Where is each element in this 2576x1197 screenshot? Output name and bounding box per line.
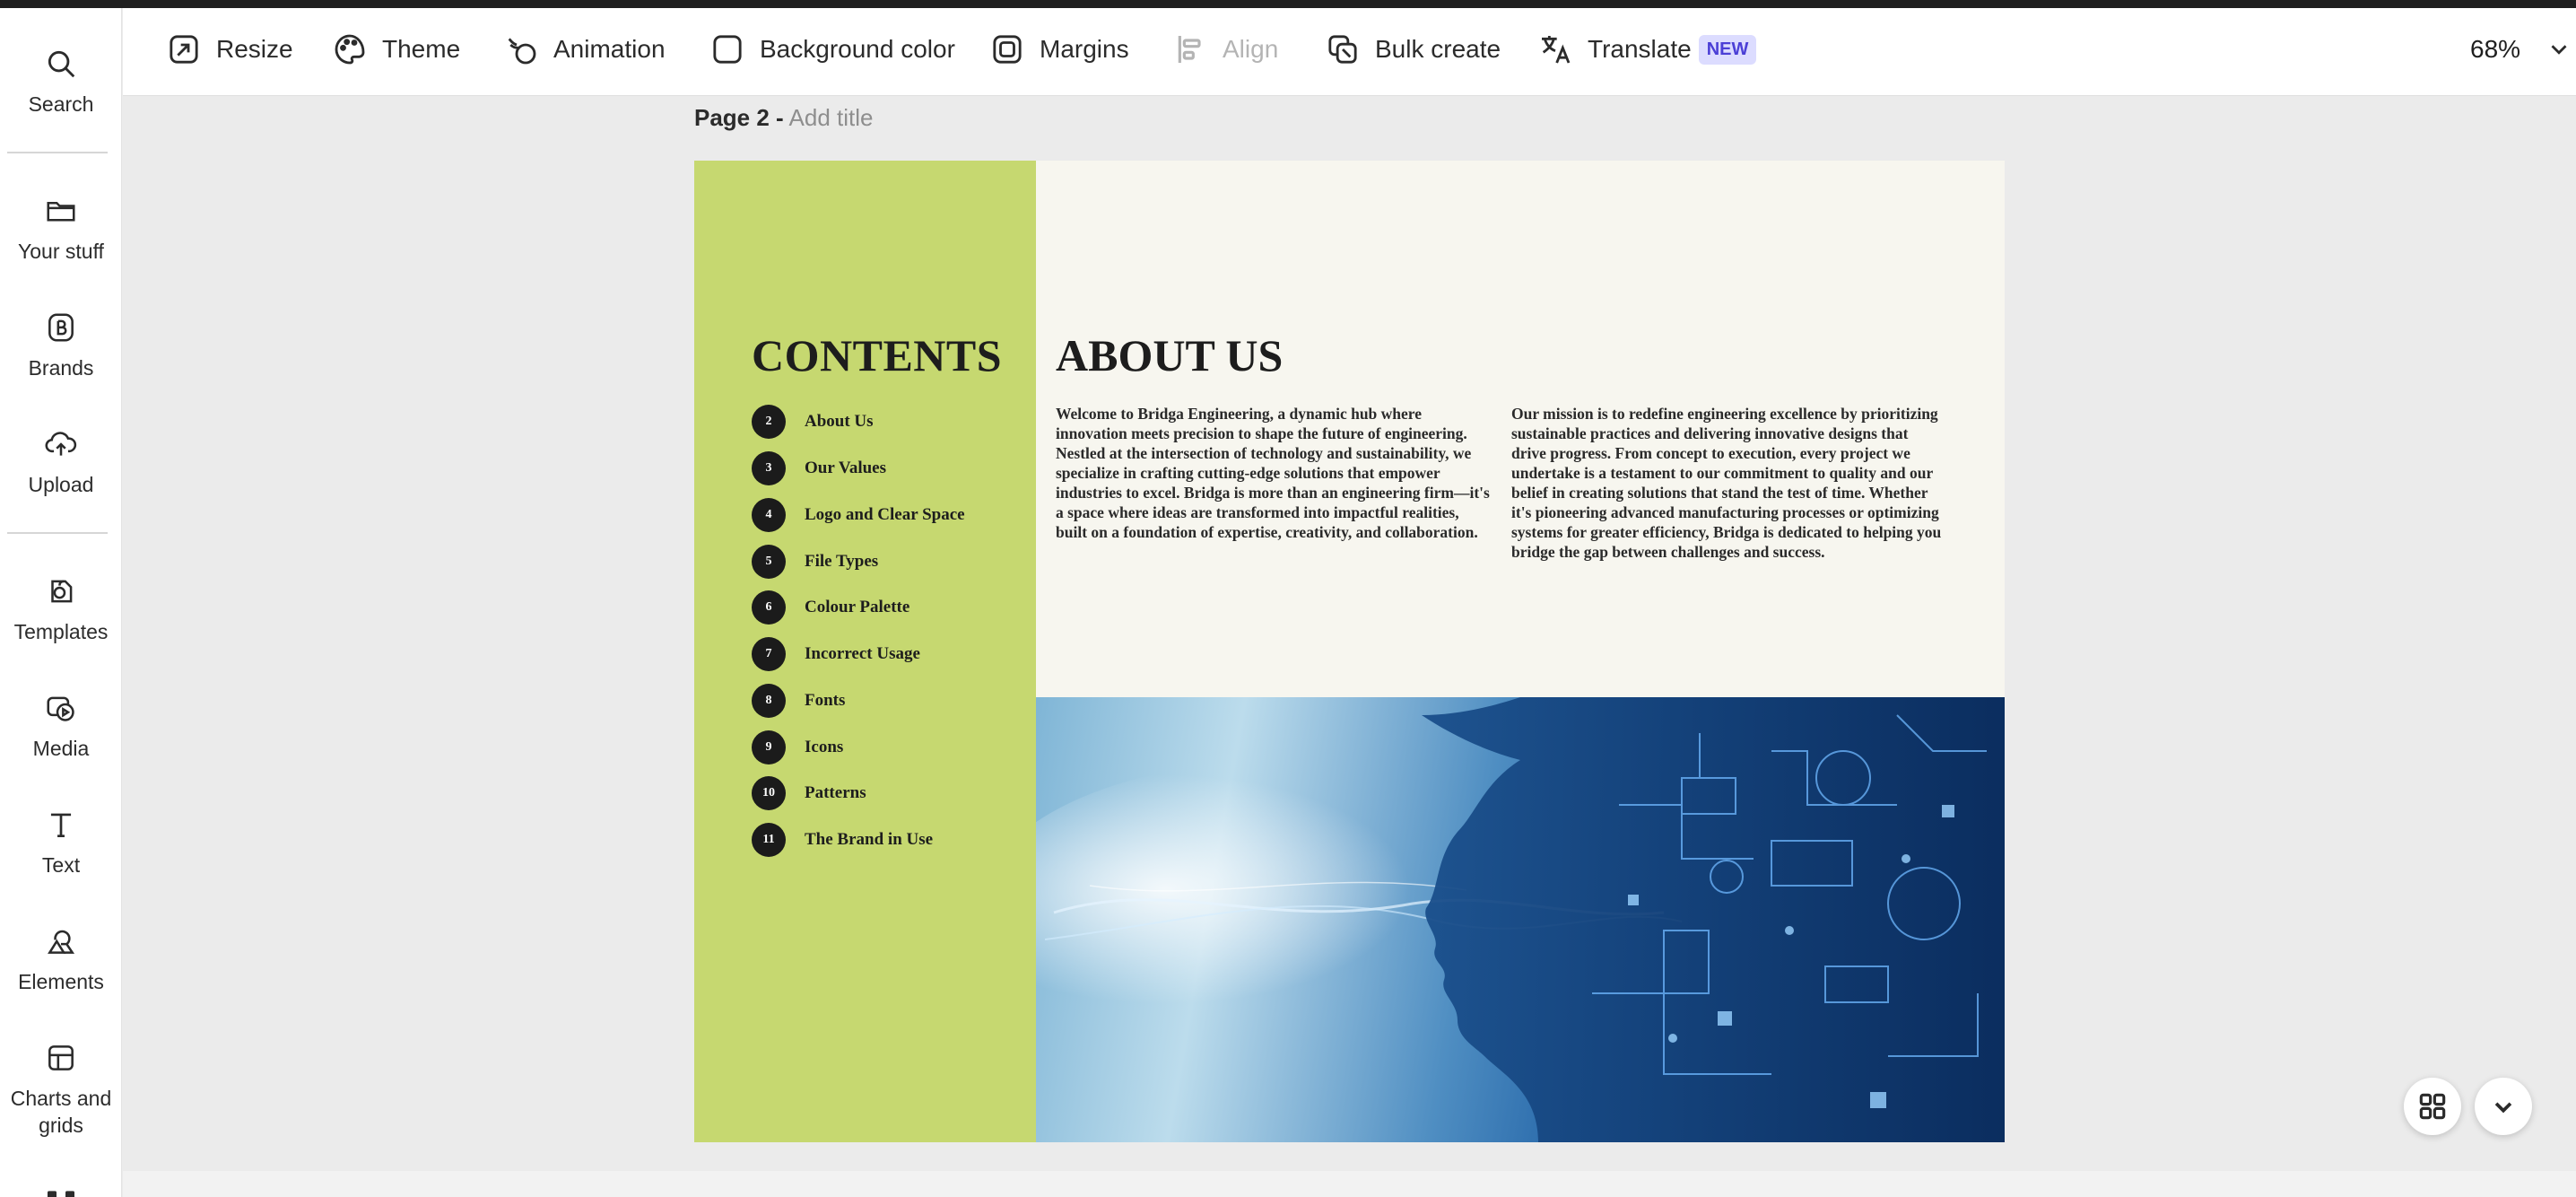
rail-label: Brands (28, 356, 94, 380)
text-icon (43, 807, 79, 843)
grid-view-button[interactable] (2404, 1078, 2461, 1135)
bulk-create-button[interactable]: Bulk create (1325, 28, 1501, 71)
page-title-label[interactable]: Page 2 - Add title (694, 104, 873, 132)
translate-button[interactable]: Translate NEW (1537, 28, 1757, 71)
rail-item-charts-grids[interactable]: Charts and grids (0, 1040, 122, 1139)
toc-item[interactable]: 8 Fonts (752, 684, 845, 718)
rail-more-icon[interactable] (43, 1186, 79, 1197)
rail-label: Templates (13, 620, 109, 643)
toc-item[interactable]: 4 Logo and Clear Space (752, 498, 965, 532)
contents-heading[interactable]: CONTENTS (752, 329, 1002, 381)
margins-icon (993, 35, 1022, 64)
theme-button[interactable]: Theme (332, 28, 460, 71)
editor-toolbar: Resize Theme Animation Background color … (123, 8, 2576, 96)
rail-item-brands[interactable]: Brands (0, 310, 122, 381)
toc-item[interactable]: 11 The Brand in Use (752, 823, 933, 857)
collapse-pages-button[interactable] (2475, 1078, 2532, 1135)
rail-item-search[interactable]: Search (0, 46, 122, 118)
align-icon (1178, 36, 1201, 63)
new-badge: NEW (1698, 34, 1757, 65)
toc-item[interactable]: 7 Incorrect Usage (752, 637, 920, 671)
folder-icon (43, 193, 79, 229)
toc-item[interactable]: 5 File Types (752, 545, 878, 579)
background-color-button[interactable]: Background color (709, 28, 955, 71)
contents-panel[interactable]: CONTENTS 2 About Us 3 Our Values 4 Logo and… (694, 161, 1036, 1142)
add-title-placeholder[interactable]: Add title (789, 104, 874, 131)
templates-icon (43, 573, 79, 609)
rail-label: Charts and grids (10, 1087, 112, 1137)
tech-profile-image[interactable] (1036, 697, 2005, 1142)
rail-item-upload[interactable]: Upload (0, 426, 122, 498)
media-icon (43, 690, 79, 726)
about-paragraph-1[interactable]: Welcome to Bridga Engineering, a dynamic… (1056, 404, 1490, 542)
chevron-down-icon (2494, 1102, 2512, 1114)
zoom-dropdown[interactable]: 68% (2470, 28, 2572, 71)
canvas-bottom-strip (123, 1171, 2576, 1197)
rail-divider (7, 532, 108, 534)
toc-item[interactable]: 6 Colour Palette (752, 590, 909, 625)
animation-icon (508, 38, 536, 65)
resize-icon (170, 35, 198, 64)
rail-item-text[interactable]: Text (0, 807, 122, 878)
align-button[interactable]: Align (1172, 28, 1278, 71)
rail-divider (7, 152, 108, 153)
about-paragraph-2[interactable]: Our mission is to redefine engineering e… (1511, 404, 1945, 562)
rail-item-templates[interactable]: Templates (0, 573, 122, 645)
charts-grids-icon (43, 1040, 79, 1076)
resize-button[interactable]: Resize (166, 28, 293, 71)
rail-item-elements[interactable]: Elements (0, 923, 122, 995)
about-heading[interactable]: ABOUT US (1056, 329, 1283, 381)
toc-item[interactable]: 2 About Us (752, 405, 874, 439)
translate-icon (1542, 36, 1571, 64)
design-page[interactable]: CONTENTS 2 About Us 3 Our Values 4 Logo and… (694, 161, 2005, 1142)
elements-icon (43, 923, 79, 959)
rail-label: Elements (18, 970, 104, 993)
left-side-rail: Search Your stuff Brands Upload Template… (0, 8, 122, 1197)
animation-button[interactable]: Animation (503, 28, 666, 71)
toc-item[interactable]: 10 Patterns (752, 776, 866, 810)
upload-icon (43, 426, 79, 462)
brand-icon (43, 310, 79, 345)
toc-item[interactable]: 9 Icons (752, 730, 843, 765)
window-top-bar (0, 0, 2576, 8)
page-number: Page 2 - (694, 104, 784, 131)
palette-icon (335, 34, 365, 65)
rail-item-your-stuff[interactable]: Your stuff (0, 193, 122, 265)
rail-label: Text (41, 853, 81, 877)
rail-label: Search (28, 92, 94, 116)
color-swatch-icon (713, 35, 742, 64)
rail-label: Media (32, 737, 90, 760)
toc-item[interactable]: 3 Our Values (752, 451, 886, 485)
margins-button[interactable]: Margins (989, 28, 1129, 71)
rail-item-media[interactable]: Media (0, 690, 122, 762)
zoom-level: 68% (2470, 35, 2521, 63)
rail-label: Upload (28, 473, 94, 496)
grid-view-icon (2419, 1093, 2446, 1120)
bulk-create-icon (1328, 35, 1357, 64)
chevron-down-icon (2551, 45, 2567, 55)
search-icon (43, 46, 79, 82)
rail-label: Your stuff (18, 240, 104, 263)
head-silhouette-illustration (1036, 697, 2005, 1142)
